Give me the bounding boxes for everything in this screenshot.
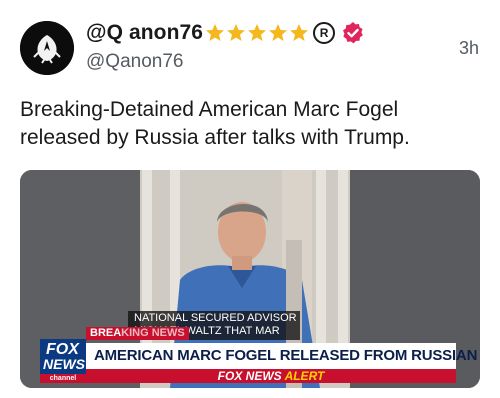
breaking-label: BREA	[90, 327, 122, 339]
verified-badge-icon	[343, 22, 363, 44]
registered-icon: R	[313, 22, 336, 44]
logo-news-text: NEWS	[43, 356, 85, 372]
post-timestamp[interactable]: 3h	[459, 38, 479, 59]
fox-news-alert-bar: FOX NEWS ALERT	[86, 369, 456, 383]
star-icon	[290, 24, 309, 41]
avatar-logo-icon	[20, 21, 74, 75]
star-badges	[205, 23, 310, 43]
post-text: Breaking-Detained American Marc Fogel re…	[20, 98, 410, 149]
headline-banner: AMERICAN MARC FOGEL RELEASED FROM RUSSIA…	[86, 343, 480, 369]
alert-word: ALERT	[284, 369, 325, 383]
star-icon	[248, 24, 267, 41]
author-handle[interactable]: @Qanon76	[86, 51, 183, 73]
display-name[interactable]: @Q anon76	[86, 21, 203, 45]
fox-news-logo: FOX NEWS channel	[40, 339, 86, 383]
star-icon	[269, 24, 288, 41]
author-name-row: @Q anon76 R	[86, 20, 365, 46]
breaking-news-tab: BREAKING NEWS	[86, 327, 189, 340]
caption-line: NATIONAL SECURED ADVISOR	[134, 312, 297, 324]
avatar[interactable]	[20, 21, 74, 75]
star-icon	[227, 24, 246, 41]
logo-channel-text: channel	[40, 374, 86, 383]
breaking-label-tail: KING NEWS	[121, 327, 185, 339]
star-icon	[206, 24, 225, 41]
post-media-image[interactable]: NATIONAL SECURED ADVISOR MICHAEL WALTZ T…	[20, 170, 480, 388]
alert-brand: FOX NEWS	[217, 369, 282, 383]
